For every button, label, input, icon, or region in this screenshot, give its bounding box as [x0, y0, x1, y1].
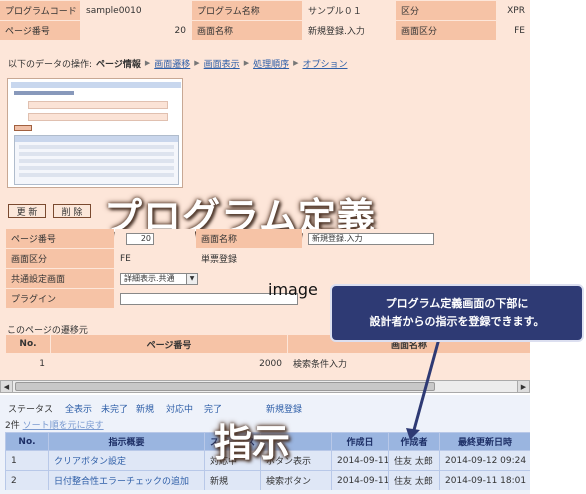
inst-col-no[interactable]: No.: [6, 433, 48, 450]
arrow-icon: ▶: [144, 59, 151, 67]
preview-field: [28, 113, 168, 121]
form-screen-kubun-label: 画面区分: [6, 249, 114, 268]
screen-name-value: 新規登録.入力: [303, 21, 395, 40]
form-screen-kubun-value: FE: [115, 249, 195, 268]
common-screen-select[interactable]: 詳細表示.共通 ▼: [120, 272, 198, 285]
operations-prefix: 以下のデータの操作:: [8, 59, 93, 70]
form-common-screen-label: 共通設定画面: [6, 269, 114, 288]
preview-link-row: [14, 91, 74, 95]
inst-row-1-updated: 2014-09-12 09:24: [440, 451, 530, 470]
callout-pointer-arrow: [406, 334, 442, 440]
page-no-input[interactable]: 20: [126, 232, 154, 245]
page-no-label: ページ番号: [0, 21, 80, 40]
common-screen-selected: 詳細表示.共通: [124, 274, 175, 283]
form-screen-name-cell: 新規登録.入力: [303, 229, 530, 248]
arrow-icon: ▶: [194, 59, 200, 67]
page-no-value: 20: [81, 21, 191, 40]
op-screen-transition[interactable]: 画面遷移: [154, 57, 190, 70]
form-screen-name-label: 画面名称: [196, 229, 302, 248]
screen-kubun-value: FE: [497, 21, 530, 40]
scroll-left-icon[interactable]: ◀: [1, 381, 13, 392]
callout-text: プログラム定義画面の下部に 設計者からの指示を登録できます。: [369, 297, 545, 328]
op-page-info[interactable]: ページ情報: [96, 57, 141, 70]
form-page-no-label: ページ番号: [6, 229, 114, 248]
inst-row-2-updated: 2014-09-11 18:01: [440, 471, 530, 490]
transition-col-page: ページ番号: [51, 335, 287, 353]
op-screen-display[interactable]: 画面表示: [204, 57, 240, 70]
operations-bar: 以下のデータの操作: ページ情報 ▶ 画面遷移 ▶ 画面表示 ▶ 処理順序 ▶ …: [8, 56, 428, 70]
arrow-icon: ▶: [243, 59, 250, 67]
program-name-label: プログラム名称: [192, 1, 302, 20]
image-overlay-label: image: [268, 280, 318, 299]
op-process-order[interactable]: 処理順序: [253, 57, 289, 70]
inst-row-2-created: 2014-09-11: [332, 471, 388, 490]
update-button[interactable]: 更 新: [8, 204, 46, 218]
filter-incomplete[interactable]: 未完了: [101, 402, 128, 415]
inst-row-2-summary[interactable]: 日付整合性エラーチェックの追加: [49, 471, 204, 490]
preview-header-bar: [11, 82, 181, 88]
transition-row-no: 1: [6, 354, 50, 373]
screen-preview-thumbnail[interactable]: [7, 78, 183, 188]
screen-kubun-label: 画面区分: [396, 21, 496, 40]
scroll-thumb[interactable]: [15, 382, 435, 391]
instruction-count: 2件: [5, 421, 20, 431]
program-code-value: sample0010: [81, 1, 191, 20]
screen-name-input[interactable]: 新規登録.入力: [308, 232, 434, 245]
form-plugin-label: プラグイン: [6, 289, 114, 308]
inst-row-1-no: 1: [6, 451, 48, 470]
preview-button: [14, 125, 32, 131]
scroll-right-icon[interactable]: ▶: [517, 381, 529, 392]
sort-reset-link[interactable]: ソート順を元に戻す: [23, 421, 104, 431]
filter-status-label: ステータス: [8, 405, 54, 415]
inst-row-1-summary[interactable]: クリアボタン設定: [49, 451, 204, 470]
delete-button[interactable]: 削 除: [53, 204, 91, 218]
instruction-count-row: 2件 ソート順を元に戻す: [5, 418, 104, 431]
inst-row-2-status: 新規: [205, 471, 260, 490]
inst-col-created[interactable]: 作成日: [332, 433, 388, 450]
preview-field: [28, 101, 168, 109]
inst-col-summary[interactable]: 指示概要: [49, 433, 204, 450]
screen-name-label: 画面名称: [192, 21, 302, 40]
program-code-label: プログラムコード: [0, 1, 80, 20]
form-screen-kubun-desc: 単票登録: [196, 249, 530, 268]
transition-col-no: No.: [6, 335, 50, 353]
transition-row-page: 2000: [51, 354, 287, 373]
program-name-value: サンプル０１: [303, 1, 395, 20]
inst-row-2-target: 検索ボタン: [261, 471, 331, 490]
header-grid: プログラムコード sample0010 プログラム名称 サンプル０１ 区分 XP…: [0, 0, 530, 42]
filter-all[interactable]: 全表示: [65, 402, 92, 415]
chevron-down-icon: ▼: [186, 273, 197, 284]
inst-row-2-no: 2: [6, 471, 48, 490]
filter-new[interactable]: 新規: [136, 402, 154, 415]
inst-row-1-author: 住友 太郎: [389, 451, 439, 470]
inst-row-2-author: 住友 太郎: [389, 471, 439, 490]
overlay-instruction-title: 指示: [214, 421, 291, 465]
arrow-icon: ▶: [293, 59, 299, 67]
form-page-no-cell: 20: [115, 229, 195, 248]
inst-row-1-created: 2014-09-11: [332, 451, 388, 470]
preview-table: [14, 135, 179, 185]
kubun-label: 区分: [396, 1, 496, 20]
callout-box: プログラム定義画面の下部に 設計者からの指示を登録できます。: [330, 284, 584, 342]
kubun-value: XPR: [497, 1, 530, 20]
op-option[interactable]: オプション: [302, 57, 347, 70]
filter-in-progress[interactable]: 対応中: [166, 402, 193, 415]
